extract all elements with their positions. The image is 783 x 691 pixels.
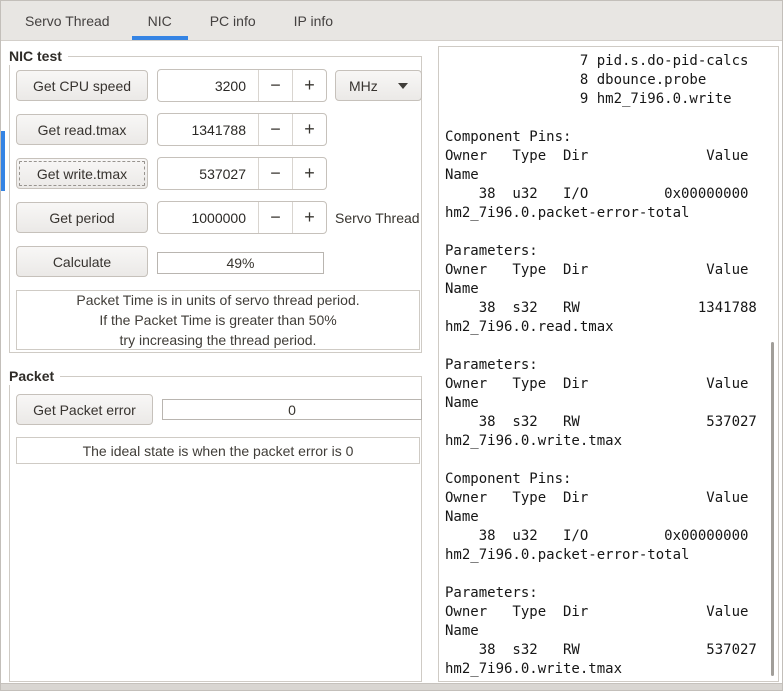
hal-output-panel[interactable]: 7 pid.s.do-pid-calcs 8 dbounce.probe 9 h… (438, 46, 779, 682)
cpu-speed-spinbox: 3200 − + (157, 69, 327, 102)
cpu-speed-unit-value: MHz (349, 77, 378, 94)
get-period-button[interactable]: Get period (16, 202, 148, 233)
packet-group-title: Packet (9, 368, 61, 385)
cpu-speed-increment-button[interactable]: + (292, 70, 326, 101)
tab-ip-info[interactable]: IP info (278, 1, 349, 40)
get-write-tmax-button[interactable]: Get write.tmax (16, 158, 148, 189)
cpu-speed-decrement-button[interactable]: − (258, 70, 292, 101)
read-tmax-spinbox: 1341788 − + (157, 113, 327, 146)
tab-nic[interactable]: NIC (132, 1, 188, 40)
period-increment-button[interactable]: + (292, 202, 326, 233)
read-tmax-increment-button[interactable]: + (292, 114, 326, 145)
cpu-speed-value[interactable]: 3200 (158, 70, 258, 101)
cpu-speed-unit-dropdown[interactable]: MHz (335, 70, 422, 101)
calculate-button[interactable]: Calculate (16, 246, 148, 277)
get-cpu-speed-button[interactable]: Get CPU speed (16, 70, 148, 101)
packet-error-note: The ideal state is when the packet error… (16, 437, 420, 464)
nic-test-group: NIC test Get CPU speed 3200 − + MHz Get … (9, 48, 422, 353)
hal-output-text: 7 pid.s.do-pid-calcs 8 dbounce.probe 9 h… (445, 53, 757, 677)
period-decrement-button[interactable]: − (258, 202, 292, 233)
packet-error-note-line: The ideal state is when the packet error… (82, 442, 354, 459)
packet-error-value: 0 (162, 399, 422, 420)
packet-time-note-line1: Packet Time is in units of servo thread … (76, 292, 360, 308)
packet-time-progress: 49% (157, 252, 324, 274)
servo-thread-label: Servo Thread (335, 209, 420, 226)
tab-servo-thread[interactable]: Servo Thread (9, 1, 126, 40)
write-tmax-value[interactable]: 537027 (158, 158, 258, 189)
packet-group: Packet Get Packet error 0 The ideal stat… (9, 368, 422, 682)
write-tmax-increment-button[interactable]: + (292, 158, 326, 189)
write-tmax-decrement-button[interactable]: − (258, 158, 292, 189)
read-tmax-decrement-button[interactable]: − (258, 114, 292, 145)
read-tmax-value[interactable]: 1341788 (158, 114, 258, 145)
tab-bar: Servo Thread NIC PC info IP info (1, 1, 782, 41)
left-scroll-indicator (1, 131, 5, 191)
period-value[interactable]: 1000000 (158, 202, 258, 233)
get-read-tmax-button[interactable]: Get read.tmax (16, 114, 148, 145)
packet-time-note: Packet Time is in units of servo thread … (16, 290, 420, 350)
chevron-down-icon (398, 82, 408, 89)
vertical-scrollbar-thumb[interactable] (771, 342, 774, 676)
window-bottom-edge (1, 683, 782, 690)
packet-time-note-line2: If the Packet Time is greater than 50% (99, 312, 337, 328)
period-spinbox: 1000000 − + (157, 201, 327, 234)
app-window: Servo Thread NIC PC info IP info NIC tes… (0, 0, 783, 691)
tab-pc-info[interactable]: PC info (194, 1, 272, 40)
packet-time-note-line3: try increasing the thread period. (119, 332, 317, 348)
get-packet-error-button[interactable]: Get Packet error (16, 394, 153, 425)
nic-test-group-title: NIC test (9, 48, 68, 65)
write-tmax-spinbox: 537027 − + (157, 157, 327, 190)
